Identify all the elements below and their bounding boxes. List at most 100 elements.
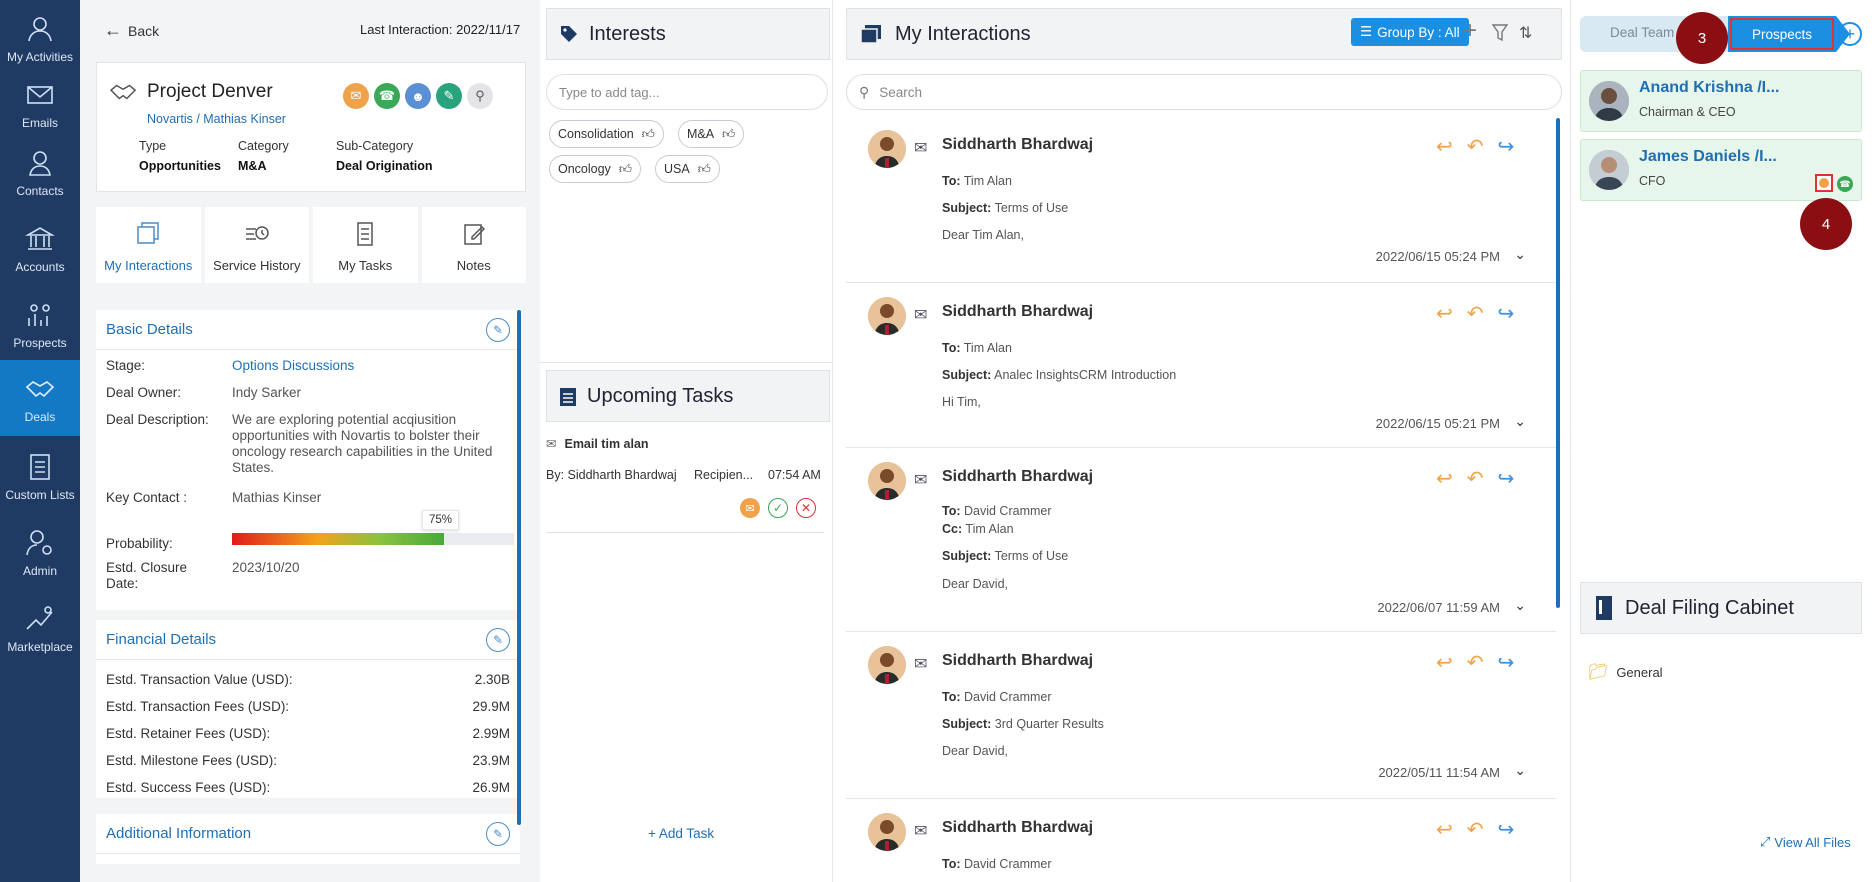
prospect-name[interactable]: James Daniels /I...: [1639, 148, 1777, 166]
marketplace-icon: [26, 605, 53, 630]
back-button[interactable]: ← Back: [104, 20, 159, 41]
interest-tag[interactable]: Oncology 👍︎: [549, 155, 641, 183]
tab-prospects[interactable]: Prospects: [1728, 16, 1836, 52]
interaction-item[interactable]: ✉ Siddharth Bhardwaj ↩ ↶ ↪ To: Tim Alan …: [846, 116, 1556, 283]
interest-tag[interactable]: M&A 👍︎: [678, 120, 745, 148]
thumbs-up-icon[interactable]: 👍︎: [619, 162, 632, 177]
reply-all-icon[interactable]: ↶: [1467, 817, 1484, 842]
probability-bar[interactable]: [232, 533, 514, 545]
note-action-icon[interactable]: ✎: [436, 83, 462, 109]
forward-icon[interactable]: ↪: [1498, 817, 1515, 842]
nav-contacts[interactable]: Contacts: [0, 134, 80, 210]
search-input[interactable]: ⚲ Search: [846, 74, 1562, 110]
basic-details-title: Basic Details: [106, 321, 193, 338]
phone-action-icon[interactable]: ☎: [374, 83, 400, 109]
tab-service-history[interactable]: Service History: [204, 207, 309, 283]
tab-my-tasks[interactable]: My Tasks: [313, 207, 418, 283]
nav-marketplace[interactable]: Marketplace: [0, 590, 80, 666]
add-icon[interactable]: +: [1463, 17, 1477, 45]
nav-custom-lists[interactable]: Custom Lists: [0, 438, 80, 514]
reply-icon[interactable]: ↩: [1436, 650, 1453, 675]
reply-icon[interactable]: ↩: [1436, 466, 1453, 491]
nav-deals[interactable]: Deals: [0, 360, 80, 436]
interaction-item[interactable]: ✉ Siddharth Bhardwaj ↩ ↶ ↪ To: Tim Alan …: [846, 283, 1556, 448]
reply-all-icon[interactable]: ↶: [1467, 134, 1484, 159]
category-value: M&A: [238, 159, 267, 173]
tasks-icon: [357, 222, 373, 246]
description-label: Deal Description:: [106, 412, 209, 427]
nav-emails[interactable]: Emails: [0, 66, 80, 142]
details-scrollbar[interactable]: [517, 310, 521, 825]
message-preview: Hi Tim,: [942, 395, 981, 409]
prospect-card[interactable]: Anand Krishna /I... Chairman & CEO: [1580, 70, 1862, 132]
check-icon[interactable]: ✓: [768, 498, 788, 518]
tag-input[interactable]: Type to add tag...: [546, 74, 828, 110]
task-item[interactable]: ✉ Email tim alan: [546, 436, 649, 452]
mail-icon: ✉: [546, 437, 557, 451]
folder-item[interactable]: 📁︎ General: [1588, 662, 1663, 682]
forward-icon[interactable]: ↪: [1498, 466, 1515, 491]
tab-notes[interactable]: Notes: [421, 207, 526, 283]
reply-all-icon[interactable]: ↶: [1467, 650, 1484, 675]
forward-icon[interactable]: ↪: [1498, 134, 1515, 159]
expand-icon: ⤢: [1760, 834, 1771, 849]
edit-icon[interactable]: ✎: [486, 627, 510, 652]
search-action-icon[interactable]: ⚲: [467, 83, 493, 109]
left-nav: My Activities Emails Contacts Accounts P…: [0, 0, 80, 882]
interest-tag[interactable]: USA 👍︎: [655, 155, 720, 183]
phone-icon[interactable]: ☎: [1837, 176, 1853, 192]
tab-deal-team[interactable]: Deal Team: [1610, 25, 1674, 40]
reply-icon[interactable]: ↩: [1436, 134, 1453, 159]
email-icon[interactable]: [1815, 174, 1833, 192]
thumbs-up-icon[interactable]: 👍︎: [642, 127, 655, 142]
thumbs-up-icon[interactable]: 👍︎: [698, 162, 711, 177]
to-label: To:: [942, 174, 961, 188]
interaction-item[interactable]: ✉ Siddharth Bhardwaj ↩ ↶ ↪ To: David Cra…: [846, 448, 1556, 632]
chevron-down-icon[interactable]: ⌄: [1514, 762, 1526, 779]
close-icon[interactable]: ✕: [796, 498, 816, 518]
reply-icon[interactable]: ↩: [1436, 817, 1453, 842]
handshake-icon: [25, 380, 55, 397]
message-date: 2022/06/07 11:59 AM: [1377, 600, 1500, 615]
reply-all-icon[interactable]: ↶: [1467, 466, 1484, 491]
edit-icon[interactable]: ✎: [486, 821, 510, 846]
interactions-scrollbar[interactable]: [1556, 118, 1560, 608]
nav-accounts[interactable]: Accounts: [0, 210, 80, 286]
add-prospect-icon[interactable]: +: [1838, 22, 1862, 46]
reply-icon[interactable]: ↩: [1436, 301, 1453, 326]
deal-account-link[interactable]: Novartis / Mathias Kinser: [147, 112, 286, 126]
filter-icon[interactable]: [1492, 23, 1508, 43]
email-icon[interactable]: ✉: [740, 498, 760, 518]
tab-my-interactions[interactable]: My Interactions: [96, 207, 201, 283]
prospect-name[interactable]: Anand Krishna /I...: [1639, 79, 1779, 97]
interest-tag[interactable]: Consolidation 👍︎: [549, 120, 664, 148]
tab-label: Service History: [213, 258, 301, 273]
owner-value: Indy Sarker: [232, 385, 302, 400]
thumbs-up-icon[interactable]: 👍︎: [722, 127, 735, 142]
stage-value[interactable]: Options Discussions: [232, 358, 354, 373]
notes-icon: [464, 224, 485, 245]
forward-icon[interactable]: ↪: [1498, 301, 1515, 326]
type-label: Type: [139, 139, 167, 153]
add-task-link[interactable]: + Add Task: [648, 826, 714, 841]
view-all-files-link[interactable]: ⤢ View All Files: [1760, 834, 1851, 850]
reply-all-icon[interactable]: ↶: [1467, 301, 1484, 326]
forward-icon[interactable]: ↪: [1498, 650, 1515, 675]
interaction-item[interactable]: ✉ Siddharth Bhardwaj ↩ ↶ ↪ To: David Cra…: [846, 632, 1556, 799]
nav-admin[interactable]: Admin: [0, 514, 80, 590]
interaction-item[interactable]: ✉ Siddharth Bhardwaj ↩ ↶ ↪ To: David Cra…: [846, 799, 1556, 882]
prospect-card[interactable]: James Daniels /I... CFO ☎: [1580, 139, 1862, 201]
edit-icon[interactable]: ✎: [486, 317, 510, 342]
task-actions: ✉ ✓ ✕: [740, 498, 816, 518]
subcategory-label: Sub-Category: [336, 139, 414, 153]
chevron-down-icon[interactable]: ⌄: [1514, 597, 1526, 614]
chevron-down-icon[interactable]: ⌄: [1514, 246, 1526, 263]
chevron-down-icon[interactable]: ⌄: [1514, 413, 1526, 430]
sort-icon[interactable]: ⇅: [1519, 23, 1532, 43]
nav-prospects[interactable]: Prospects: [0, 286, 80, 362]
bank-icon: [25, 226, 55, 250]
meeting-action-icon[interactable]: ☻: [405, 83, 431, 109]
email-action-icon[interactable]: ✉: [343, 83, 369, 109]
nav-my-activities[interactable]: My Activities: [0, 0, 80, 76]
group-by-button[interactable]: ☰ Group By : All: [1351, 18, 1469, 46]
